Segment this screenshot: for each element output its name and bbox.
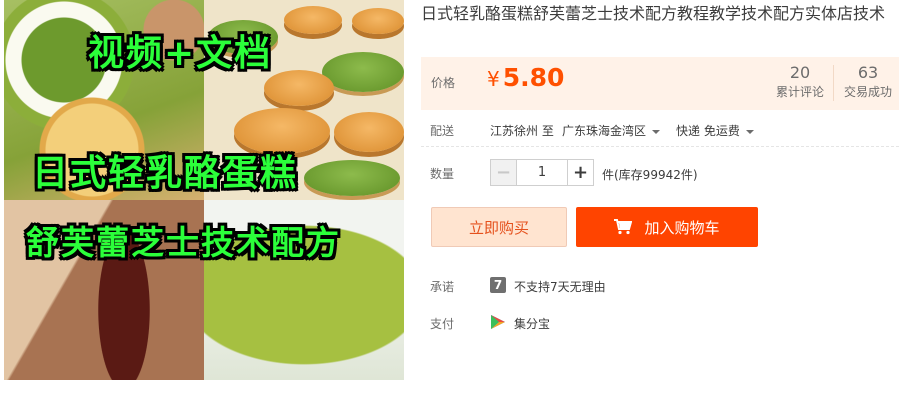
divider: [421, 146, 899, 147]
shipping-origin: 江苏徐州 至: [490, 124, 554, 138]
review-count-label: 累计评论: [775, 85, 824, 99]
price-panel: 价格 ¥5.80 20 累计评论 63 交易成功: [421, 57, 899, 110]
currency-symbol: ¥: [487, 67, 500, 91]
quantity-label: 数量: [430, 167, 455, 181]
image-overlay-text: 视频+文档: [88, 33, 273, 74]
price-value: ¥5.80: [487, 63, 564, 92]
promise-label: 承诺: [430, 280, 455, 294]
image-overlay-text: 日式轻乳酪蛋糕: [32, 153, 299, 194]
trade-count-stat: 63 交易成功: [839, 63, 897, 101]
payment-label: 支付: [430, 317, 455, 331]
shipping-method: 快递 免运费: [676, 124, 740, 138]
payment-method[interactable]: 集分宝: [514, 315, 550, 332]
buy-now-button[interactable]: 立即购买: [431, 207, 567, 247]
product-main-image[interactable]: 视频+文档 日式轻乳酪蛋糕 舒芙蕾芝士技术配方: [4, 0, 404, 380]
increase-quantity-button[interactable]: +: [567, 160, 593, 185]
shipping-method-select[interactable]: 快递 免运费: [676, 122, 754, 139]
promise-text[interactable]: 不支持7天无理由: [514, 278, 606, 295]
trade-count-label: 交易成功: [843, 85, 892, 99]
review-count: 20: [789, 63, 811, 82]
stat-divider: [833, 65, 834, 101]
chevron-down-icon: [652, 129, 661, 134]
product-title: 日式轻乳酪蛋糕舒芙蕾芝士技术配方教程教学技术配方实体店技术: [421, 4, 886, 23]
price-label: 价格: [431, 76, 456, 90]
review-count-stat[interactable]: 20 累计评论: [771, 63, 829, 101]
image-overlay-text: 舒芙蕾芝士技术配方: [26, 223, 341, 262]
shopping-cart-icon: [614, 219, 633, 235]
seven-day-return-icon: 7: [490, 277, 506, 293]
quantity-stepper: − +: [490, 159, 594, 186]
add-to-cart-button[interactable]: 加入购物车: [576, 207, 758, 247]
jifenbao-icon: [490, 314, 506, 330]
shipping-destination-select[interactable]: 广东珠海金湾区: [562, 122, 661, 139]
add-to-cart-label: 加入购物车: [644, 218, 720, 237]
shipping-label: 配送: [430, 124, 455, 138]
chevron-down-icon: [745, 129, 754, 134]
decrease-quantity-button[interactable]: −: [491, 160, 517, 185]
quantity-input[interactable]: [517, 160, 567, 185]
shipping-destination: 广东珠海金湾区: [562, 124, 647, 138]
trade-count: 63: [857, 63, 879, 82]
price-amount: 5.80: [502, 63, 565, 92]
stock-info: 件(库存99942件): [602, 168, 698, 182]
